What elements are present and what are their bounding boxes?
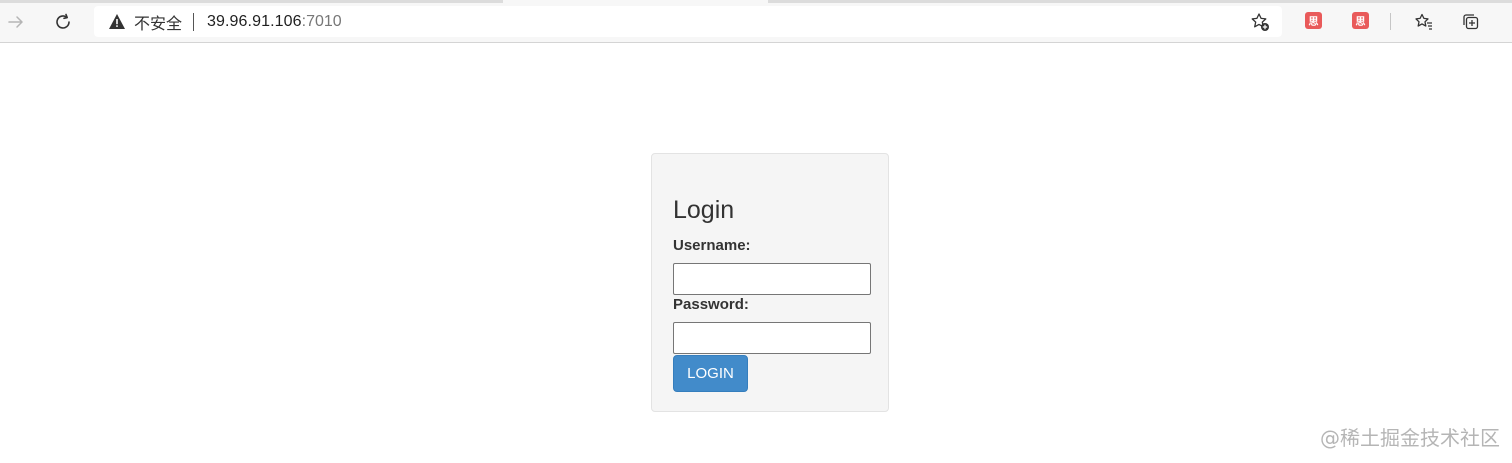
arrow-right-icon [8, 16, 23, 28]
login-button[interactable]: LOGIN [673, 355, 748, 392]
add-favorite-icon[interactable] [1250, 12, 1270, 32]
login-panel: Login Username: Password: LOGIN [651, 153, 889, 412]
login-title: Login [673, 196, 735, 224]
tab-strip-edge [0, 0, 1512, 3]
username-label: Username: [673, 237, 751, 254]
url-port[interactable]: :7010 [302, 13, 342, 31]
reload-button[interactable] [49, 8, 77, 36]
refresh-icon [56, 13, 70, 29]
password-input[interactable] [673, 322, 871, 354]
extension-icon-1[interactable]: 思 [1305, 12, 1322, 29]
forward-button[interactable] [2, 8, 30, 36]
extension-icon-2[interactable]: 思 [1352, 12, 1369, 29]
security-status-text[interactable]: 不安全 [134, 10, 182, 34]
active-tab-edge [503, 0, 768, 3]
browser-toolbar: 不安全 39.96.91.106:7010 思 思 [0, 0, 1512, 43]
toolbar-divider [1390, 13, 1391, 30]
warning-icon[interactable] [108, 13, 126, 31]
address-bar[interactable]: 不安全 39.96.91.106:7010 [94, 6, 1282, 37]
url-host[interactable]: 39.96.91.106 [207, 13, 302, 31]
username-input[interactable] [673, 263, 871, 295]
favorites-icon[interactable] [1413, 11, 1435, 33]
watermark: @稀土掘金技术社区 [1320, 426, 1500, 450]
password-label: Password: [673, 296, 749, 313]
collections-icon[interactable] [1460, 11, 1482, 33]
address-divider [193, 12, 195, 31]
